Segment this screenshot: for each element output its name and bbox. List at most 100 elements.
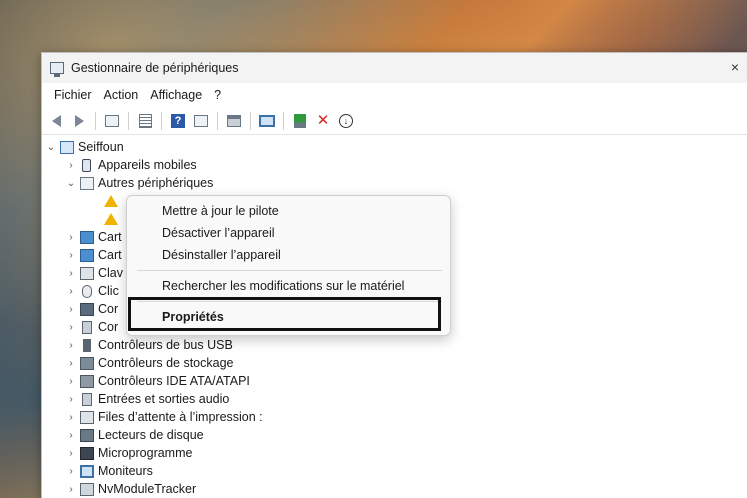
tree-item-label: Clic (98, 284, 119, 298)
tree-item-nvmoduletracker[interactable]: › NvModuleTracker (42, 480, 747, 498)
context-properties[interactable]: Propriétés (127, 306, 450, 328)
phone-icon (82, 158, 91, 172)
menu-fichier[interactable]: Fichier (48, 88, 98, 102)
print-button[interactable] (224, 111, 244, 131)
disk-icon (80, 428, 94, 442)
mouse-icon (82, 284, 92, 298)
keyboard-icon (80, 266, 94, 280)
collapsed-chevron-icon[interactable]: › (66, 160, 76, 171)
collapsed-chevron-icon[interactable]: › (66, 322, 76, 333)
tree-item-moniteurs[interactable]: › Moniteurs (42, 462, 747, 480)
menu-divider (137, 301, 442, 302)
tree-item-label: Files d’attente à l’impression : (98, 410, 263, 424)
toolbar-divider (283, 111, 284, 130)
tree-item-label: Contrôleurs de stockage (98, 356, 234, 370)
module-icon (80, 482, 94, 496)
menu-help[interactable]: ? (208, 88, 227, 102)
context-scan-hardware[interactable]: Rechercher les modifications sur le maté… (127, 275, 450, 297)
card-icon (80, 230, 94, 244)
collapsed-chevron-icon[interactable]: › (66, 268, 76, 279)
forward-button[interactable] (69, 111, 89, 131)
collapsed-chevron-icon[interactable]: › (66, 232, 76, 243)
tree-item-label: Contrôleurs de bus USB (98, 338, 233, 352)
update-driver-icon (294, 113, 306, 128)
audio-icon (82, 320, 92, 334)
unknown-device-icon (80, 176, 94, 190)
tree-item-label: Cor (98, 320, 119, 334)
device-manager-app-icon (50, 62, 64, 77)
tree-item-label: Clav (98, 266, 124, 280)
card-icon (80, 248, 94, 262)
computer-icon (60, 140, 74, 154)
tree-item-label: Cor (98, 302, 119, 316)
forward-icon (74, 114, 84, 127)
collapsed-chevron-icon[interactable]: › (66, 250, 76, 261)
disable-device-button[interactable]: ↓ (336, 111, 356, 131)
tree-item-microprogramme[interactable]: › Microprogramme (42, 444, 747, 462)
menu-bar: Fichier Action Affichage ? (42, 83, 747, 107)
window-title: Gestionnaire de périphériques (71, 61, 239, 75)
menu-divider (137, 270, 442, 271)
collapsed-chevron-icon[interactable]: › (66, 412, 76, 423)
toolbar-divider (217, 111, 218, 130)
tree-root-label: Seiffoun (78, 140, 124, 154)
tree-item-entrees-sorties-audio[interactable]: › Entrées et sorties audio (42, 390, 747, 408)
collapsed-chevron-icon[interactable]: › (66, 304, 76, 315)
tree-item-files-impression[interactable]: › Files d’attente à l’impression : (42, 408, 747, 426)
help-button[interactable]: ? (168, 111, 188, 131)
warning-icon (104, 213, 118, 225)
warning-icon (104, 195, 118, 207)
tree-item-stockage[interactable]: › Contrôleurs de stockage (42, 354, 747, 372)
tree-item-lecteurs-disque[interactable]: › Lecteurs de disque (42, 426, 747, 444)
disable-device-icon: ↓ (339, 113, 353, 128)
collapsed-chevron-icon[interactable]: › (66, 448, 76, 459)
collapsed-chevron-icon[interactable]: › (66, 358, 76, 369)
tree-item-label: Autres périphériques (98, 176, 214, 190)
controller-icon (80, 302, 94, 316)
collapsed-chevron-icon[interactable]: › (66, 376, 76, 387)
collapsed-chevron-icon[interactable]: › (66, 340, 76, 351)
uninstall-icon: ✕ (316, 112, 330, 129)
collapsed-chevron-icon[interactable]: › (66, 484, 76, 495)
back-button[interactable] (46, 111, 66, 131)
scan-hardware-button[interactable] (257, 111, 277, 131)
help-icon: ? (171, 113, 185, 128)
menu-affichage[interactable]: Affichage (144, 88, 208, 102)
tree-item-usb[interactable]: › Contrôleurs de bus USB (42, 336, 747, 354)
console-tree-icon (105, 114, 119, 127)
chip-icon (80, 446, 94, 460)
tree-root[interactable]: ⌄ Seiffoun (42, 138, 747, 156)
action-pane-button[interactable] (191, 111, 211, 131)
toolbar-divider (250, 111, 251, 130)
scan-hardware-icon (259, 114, 275, 127)
storage-icon (80, 356, 94, 370)
context-uninstall-device[interactable]: Désinstaller l’appareil (127, 244, 450, 266)
printer-icon (80, 410, 94, 424)
console-tree-button[interactable] (102, 111, 122, 131)
collapsed-chevron-icon[interactable]: › (66, 466, 76, 477)
collapsed-chevron-icon[interactable]: › (66, 286, 76, 297)
menu-action[interactable]: Action (98, 88, 145, 102)
tree-item-label: Cart (98, 248, 122, 262)
properties-list-button[interactable] (135, 111, 155, 131)
tree-item-label: Cart (98, 230, 122, 244)
collapsed-chevron-icon[interactable]: › (66, 394, 76, 405)
tree-item-autres-peripheriques[interactable]: ⌄ Autres périphériques (42, 174, 747, 192)
expanded-chevron-icon[interactable]: ⌄ (66, 178, 76, 189)
tree-item-ide[interactable]: › Contrôleurs IDE ATA/ATAPI (42, 372, 747, 390)
expanded-chevron-icon[interactable]: ⌄ (46, 142, 56, 153)
collapsed-chevron-icon[interactable]: › (66, 430, 76, 441)
toolbar-divider (161, 111, 162, 130)
tree-item-label: Microprogramme (98, 446, 193, 460)
tree-item-appareils-mobiles[interactable]: › Appareils mobiles (42, 156, 747, 174)
context-disable-device[interactable]: Désactiver l’appareil (127, 222, 450, 244)
properties-list-icon (138, 113, 152, 128)
audio-icon (82, 392, 92, 406)
update-driver-button[interactable] (290, 111, 310, 131)
window-close-button[interactable]: × (720, 59, 747, 77)
uninstall-button[interactable]: ✕ (313, 111, 333, 131)
back-icon (51, 114, 61, 127)
toolbar-divider (95, 111, 96, 130)
context-update-driver[interactable]: Mettre à jour le pilote (127, 200, 450, 222)
tree-item-label: Contrôleurs IDE ATA/ATAPI (98, 374, 250, 388)
